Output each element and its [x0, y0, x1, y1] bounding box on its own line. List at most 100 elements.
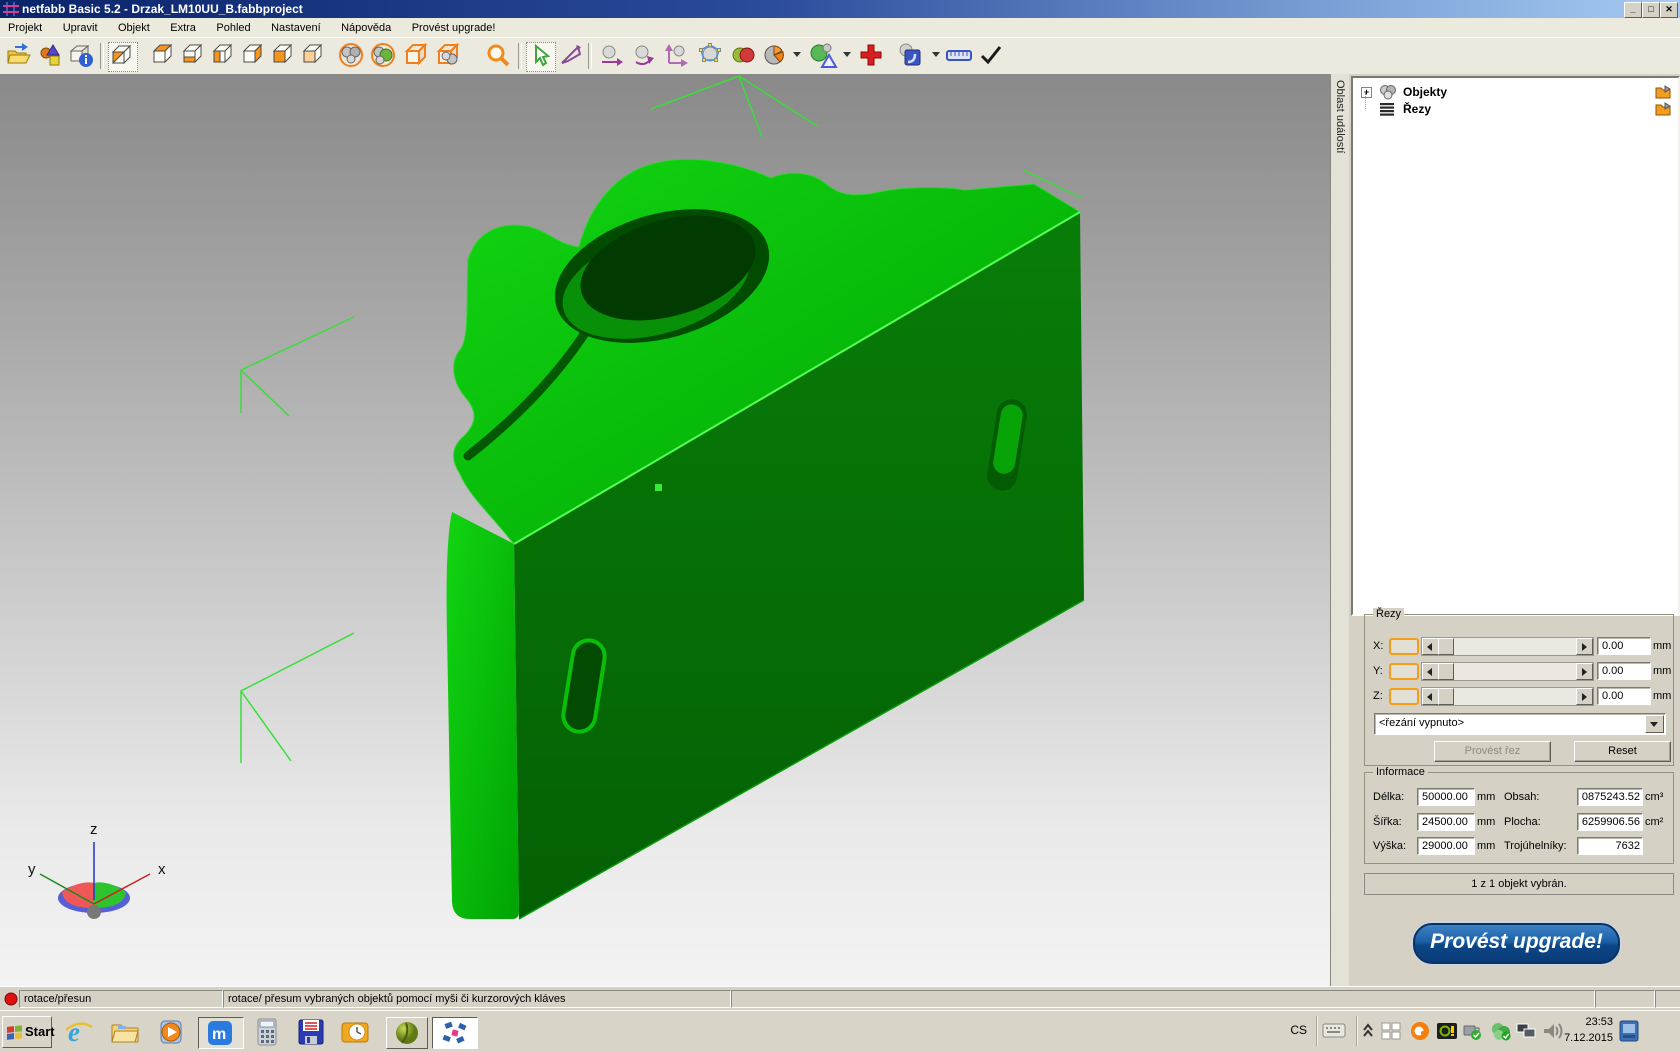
menu-objekt[interactable]: Objekt	[110, 19, 158, 34]
slider-left-arrow[interactable]	[1422, 663, 1439, 680]
cut-pie-icon[interactable]	[762, 42, 790, 70]
view-cube-bottom-icon[interactable]	[180, 42, 208, 70]
media-player-icon[interactable]	[156, 1017, 186, 1047]
maximize-button[interactable]: □	[1642, 2, 1660, 18]
close-button[interactable]: ✕	[1660, 2, 1678, 18]
menu-nastaveni[interactable]: Nastavení	[263, 19, 329, 34]
part-info-icon[interactable]	[68, 42, 96, 70]
start-button[interactable]: Start	[2, 1016, 52, 1048]
slider-right-arrow[interactable]	[1576, 688, 1593, 705]
language-indicator[interactable]: CS	[1290, 1023, 1307, 1043]
cut-y-value-input[interactable]: 0.00	[1597, 662, 1651, 680]
internet-explorer-icon[interactable]: e	[64, 1017, 94, 1047]
netfabb-taskbar-icon[interactable]	[432, 1017, 478, 1049]
open-folder-icon[interactable]	[1655, 102, 1672, 116]
tree-row-objekty[interactable]: + Objekty	[1353, 84, 1678, 101]
windows-update-icon[interactable]	[1380, 1021, 1402, 1041]
open-project-icon[interactable]	[6, 42, 34, 70]
cut-y-toggle[interactable]	[1389, 663, 1419, 680]
model-part[interactable]	[447, 159, 1084, 919]
menu-extra[interactable]: Extra	[162, 19, 204, 34]
cut-z-value-input[interactable]: 0.00	[1597, 687, 1651, 705]
analyse-dropdown-icon[interactable]	[843, 52, 851, 57]
packing-spheres-icon[interactable]	[338, 42, 366, 70]
view-cube-iso-icon[interactable]	[108, 42, 138, 72]
netfabb-sphere-icon[interactable]	[386, 1017, 428, 1049]
status-grip[interactable]	[1655, 990, 1680, 1008]
execute-cut-button[interactable]: Provést řez	[1434, 741, 1551, 762]
view-cube-top-icon[interactable]	[150, 42, 178, 70]
outlook-icon[interactable]	[340, 1017, 370, 1047]
show-desktop-icon[interactable]	[1618, 1019, 1640, 1039]
reset-button[interactable]: Reset	[1574, 741, 1671, 762]
cut-x-value-input[interactable]: 0.00	[1597, 637, 1651, 655]
measure-flag-icon[interactable]	[558, 42, 586, 70]
open-folder-icon[interactable]	[1655, 85, 1672, 99]
axis-y-row-label: Y:	[1373, 665, 1383, 677]
menu-napoveda[interactable]: Nápověda	[333, 19, 399, 34]
view-cube-back-icon[interactable]	[300, 42, 328, 70]
viewport-3d[interactable]: z y x	[0, 74, 1331, 986]
save-floppy-icon[interactable]	[296, 1017, 326, 1047]
sync-icon[interactable]	[1490, 1021, 1512, 1041]
view-cube-front-icon[interactable]	[270, 42, 298, 70]
cut-mode-select[interactable]: <řezání vypnuto>	[1374, 713, 1666, 735]
slider-thumb[interactable]	[1438, 663, 1454, 680]
cut-z-toggle[interactable]	[1389, 688, 1419, 705]
cut-x-slider[interactable]	[1421, 637, 1594, 656]
move-part-icon[interactable]	[598, 42, 626, 70]
cut-x-toggle[interactable]	[1389, 638, 1419, 655]
cut-z-slider[interactable]	[1421, 687, 1594, 706]
view-cube-left-icon[interactable]	[210, 42, 238, 70]
apply-check-icon[interactable]	[978, 42, 1006, 70]
view-cube-right-icon[interactable]	[240, 42, 268, 70]
upgrade-button[interactable]: Provést upgrade!	[1413, 923, 1620, 964]
slider-right-arrow[interactable]	[1576, 638, 1593, 655]
slider-thumb[interactable]	[1438, 688, 1454, 705]
menu-pohled[interactable]: Pohled	[208, 19, 258, 34]
packing-box-icon[interactable]	[403, 42, 431, 70]
nvidia-icon[interactable]	[1436, 1021, 1458, 1041]
slider-left-arrow[interactable]	[1422, 638, 1439, 655]
maxthon-icon[interactable]: m	[198, 1017, 244, 1049]
tree-label[interactable]: Objekty	[1403, 85, 1447, 99]
menu-projekt[interactable]: Projekt	[0, 19, 50, 34]
toolbar-separator	[100, 43, 104, 69]
select-cursor-icon[interactable]	[526, 42, 556, 72]
repair-part-icon[interactable]	[858, 42, 886, 70]
packing-selected-icon[interactable]	[370, 42, 398, 70]
axis-z-label: z	[90, 821, 98, 838]
clock[interactable]: 23:53 7.12.2015	[1523, 1014, 1613, 1046]
slider-right-arrow[interactable]	[1576, 663, 1593, 680]
cut-pie-dropdown-icon[interactable]	[793, 52, 801, 57]
boolean-operation-icon[interactable]	[730, 42, 758, 70]
add-part-icon[interactable]	[38, 42, 66, 70]
rotate-part-icon[interactable]	[631, 42, 659, 70]
object-tree[interactable]: + Objekty Řezy	[1351, 76, 1680, 616]
tree-row-rezy[interactable]: Řezy	[1353, 101, 1678, 118]
support-dropdown-icon[interactable]	[932, 52, 940, 57]
keyboard-icon[interactable]	[1322, 1021, 1346, 1041]
ruler-icon[interactable]	[945, 42, 973, 70]
support-tool-icon[interactable]	[897, 42, 925, 70]
file-explorer-icon[interactable]	[110, 1017, 140, 1047]
edit-triangles-icon[interactable]	[697, 42, 725, 70]
tree-label[interactable]: Řezy	[1403, 102, 1431, 116]
calculator-icon[interactable]	[252, 1017, 282, 1047]
collapse-chevron-icon[interactable]	[1362, 1021, 1374, 1041]
avast-icon[interactable]	[1410, 1021, 1430, 1041]
menu-upravit[interactable]: Upravit	[55, 19, 106, 34]
scale-part-icon[interactable]	[664, 42, 692, 70]
slider-left-arrow[interactable]	[1422, 688, 1439, 705]
event-area-strip[interactable]: Oblast událostí	[1331, 74, 1350, 986]
dropdown-arrow-button[interactable]	[1645, 715, 1664, 733]
analyse-part-icon[interactable]	[808, 42, 836, 70]
slider-thumb[interactable]	[1438, 638, 1454, 655]
usb-remove-icon[interactable]	[1462, 1021, 1484, 1041]
model-canvas[interactable]: z y x	[0, 74, 1330, 986]
cut-y-slider[interactable]	[1421, 662, 1594, 681]
zoom-icon[interactable]	[485, 42, 513, 70]
menu-provest-upgrade[interactable]: Provést upgrade!	[404, 19, 504, 34]
minimize-button[interactable]: _	[1624, 2, 1642, 18]
packing-box-parts-icon[interactable]	[435, 42, 463, 70]
